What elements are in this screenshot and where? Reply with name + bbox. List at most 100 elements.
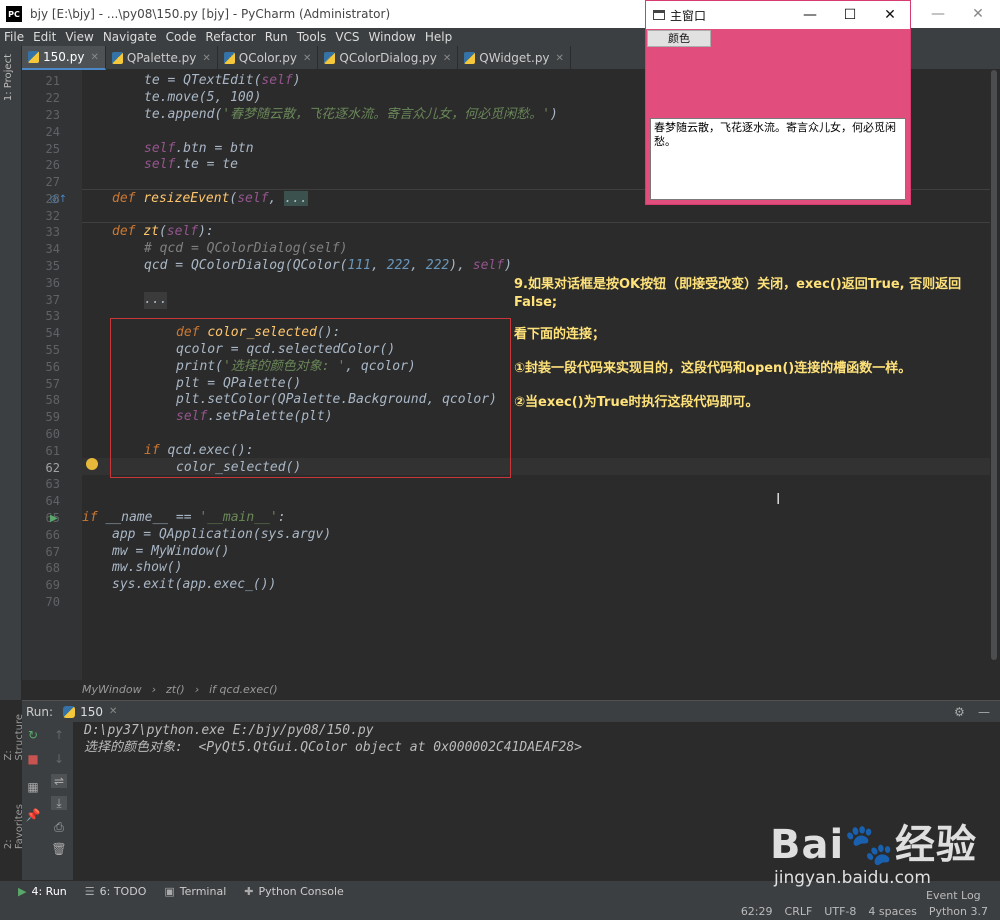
menu-code[interactable]: Code: [166, 30, 197, 44]
python-interpreter[interactable]: Python 3.7: [929, 905, 988, 918]
line-number: 32: [45, 209, 60, 223]
line-number: 26: [45, 158, 60, 172]
qt-window-title: 主窗口: [670, 8, 707, 23]
qt-text-edit[interactable]: 春梦随云散，飞花逐水流。寄言众儿女，何必觅闲愁。: [650, 118, 906, 200]
minimize-icon[interactable]: —: [790, 1, 830, 29]
trash-icon[interactable]: 🗑: [51, 842, 67, 856]
line-number: 70: [45, 595, 60, 609]
close-tab-icon[interactable]: ✕: [443, 53, 451, 64]
annotation-text: ①封装一段代码来实现目的，这段代码和open()连接的槽函数一样。: [514, 361, 912, 376]
tab-150-py[interactable]: 150.py ✕: [22, 46, 106, 70]
intention-bulb-icon[interactable]: [86, 458, 98, 470]
print-icon[interactable]: ⎙: [51, 820, 67, 834]
python-file-icon: [324, 52, 336, 64]
line-number: 67: [45, 545, 60, 559]
line-separator[interactable]: CRLF: [785, 905, 813, 918]
override-gutter-icon[interactable]: ◎↑: [50, 194, 67, 205]
close-tab-icon[interactable]: ✕: [90, 52, 98, 63]
line-number: 34: [45, 242, 60, 256]
tab-qpalette-py[interactable]: QPalette.py ✕: [106, 46, 218, 70]
python-file-icon: [111, 52, 123, 64]
menu-navigate[interactable]: Navigate: [103, 30, 157, 44]
run-gutter-icon[interactable]: ▶: [50, 513, 58, 524]
qt-main-window: 主窗口 — ☐ ✕ 颜色 春梦随云散，飞花逐水流。寄言众儿女，何必觅闲愁。: [645, 0, 911, 205]
window-title: bjy [E:\bjy] - ...\py08\150.py [bjy] - P…: [30, 7, 391, 21]
line-number: 64: [45, 494, 60, 508]
highlight-box: [110, 318, 511, 478]
menu-help[interactable]: Help: [425, 30, 452, 44]
stop-icon[interactable]: ■: [25, 752, 41, 766]
scrollbar-thumb[interactable]: [991, 70, 997, 660]
python-file-icon: [28, 51, 39, 63]
line-number: 56: [45, 360, 60, 374]
color-button[interactable]: 颜色: [647, 30, 711, 47]
line-number: 24: [45, 125, 60, 139]
line-number: 59: [45, 410, 60, 424]
line-number: 27: [45, 175, 60, 189]
close-icon[interactable]: ✕: [958, 0, 998, 28]
left-tool-strip: 1: Project Z: Structure 2: Favorites: [0, 46, 25, 849]
tab-python-console[interactable]: ✚ Python Console: [244, 885, 344, 898]
line-number: 53: [45, 309, 60, 323]
gear-icon[interactable]: ⚙: [954, 705, 965, 719]
menu-run[interactable]: Run: [265, 30, 288, 44]
line-number: 36: [45, 276, 60, 290]
event-log[interactable]: Event Log: [926, 889, 981, 902]
menu-tools[interactable]: Tools: [297, 30, 327, 44]
rerun-icon[interactable]: ↻: [25, 728, 41, 742]
project-tool-tab[interactable]: 1: Project: [3, 54, 14, 101]
menu-vcs[interactable]: VCS: [335, 30, 359, 44]
python-icon: [63, 705, 76, 718]
run-toolbar-secondary: ↑ ↓ ⇌ ⤓ ⎙ 🗑: [44, 722, 74, 880]
menu-refactor[interactable]: Refactor: [205, 30, 255, 44]
line-number: 21: [45, 74, 60, 88]
window-icon: [653, 10, 665, 20]
pin-icon[interactable]: 📌: [25, 808, 41, 822]
down-arrow-icon[interactable]: ↓: [51, 752, 67, 766]
menu-view[interactable]: View: [65, 30, 93, 44]
minimize-panel-icon[interactable]: —: [978, 705, 990, 719]
run-tab[interactable]: 150 ✕: [63, 705, 117, 719]
text-cursor-icon: I: [776, 490, 781, 508]
caret-position[interactable]: 62:29: [741, 905, 773, 918]
baidu-watermark: Bai🐾经验 jingyan.baidu.com: [770, 812, 977, 888]
close-tab-icon[interactable]: ✕: [303, 53, 311, 64]
console-line: D:\py37\python.exe E:/bjy/py08/150.py: [84, 723, 374, 738]
breadcrumb-item[interactable]: if qcd.exec(): [209, 683, 278, 696]
up-arrow-icon[interactable]: ↑: [51, 728, 67, 742]
line-number: 66: [45, 528, 60, 542]
tab-todo[interactable]: ☰ 6: TODO: [85, 885, 147, 898]
tab-qwidget-py[interactable]: QWidget.py ✕: [458, 46, 571, 70]
maximize-icon[interactable]: ☐: [830, 1, 870, 29]
close-tab-icon[interactable]: ✕: [556, 53, 564, 64]
breadcrumb: MyWindow › zt() › if qcd.exec(): [82, 680, 1000, 698]
watermark-url: jingyan.baidu.com: [774, 868, 931, 888]
menu-file[interactable]: File: [4, 30, 24, 44]
close-icon[interactable]: ✕: [870, 1, 910, 29]
close-tab-icon[interactable]: ✕: [109, 706, 117, 717]
breadcrumb-item[interactable]: MyWindow: [82, 683, 142, 696]
tab-terminal[interactable]: ▣ Terminal: [164, 885, 226, 898]
line-number: 68: [45, 561, 60, 575]
pycharm-logo-icon: PC: [6, 6, 22, 22]
close-tab-icon[interactable]: ✕: [202, 53, 210, 64]
line-number: 25: [45, 142, 60, 156]
tab-qcolordialog-py[interactable]: QColorDialog.py ✕: [318, 46, 459, 70]
run-toolbar: ↻ ■ ▦ 📌: [22, 722, 44, 880]
line-number: 60: [45, 427, 60, 441]
breadcrumb-item[interactable]: zt(): [166, 683, 185, 696]
menu-window[interactable]: Window: [369, 30, 416, 44]
run-label: Run:: [26, 704, 54, 719]
menu-edit[interactable]: Edit: [33, 30, 56, 44]
soft-wrap-icon[interactable]: ⇌: [51, 774, 67, 788]
scroll-to-end-icon[interactable]: ⤓: [51, 796, 67, 810]
line-number: 63: [45, 477, 60, 491]
line-number: 35: [45, 259, 60, 273]
tab-qcolor-py[interactable]: QColor.py ✕: [218, 46, 319, 70]
indent-setting[interactable]: 4 spaces: [868, 905, 917, 918]
tab-run[interactable]: ▶ 4: Run: [18, 885, 67, 898]
console-line: 选择的颜色对象: <PyQt5.QtGui.QColor object at 0…: [84, 740, 582, 755]
minimize-icon[interactable]: —: [918, 0, 958, 28]
layout-icon[interactable]: ▦: [25, 780, 41, 794]
file-encoding[interactable]: UTF-8: [824, 905, 856, 918]
